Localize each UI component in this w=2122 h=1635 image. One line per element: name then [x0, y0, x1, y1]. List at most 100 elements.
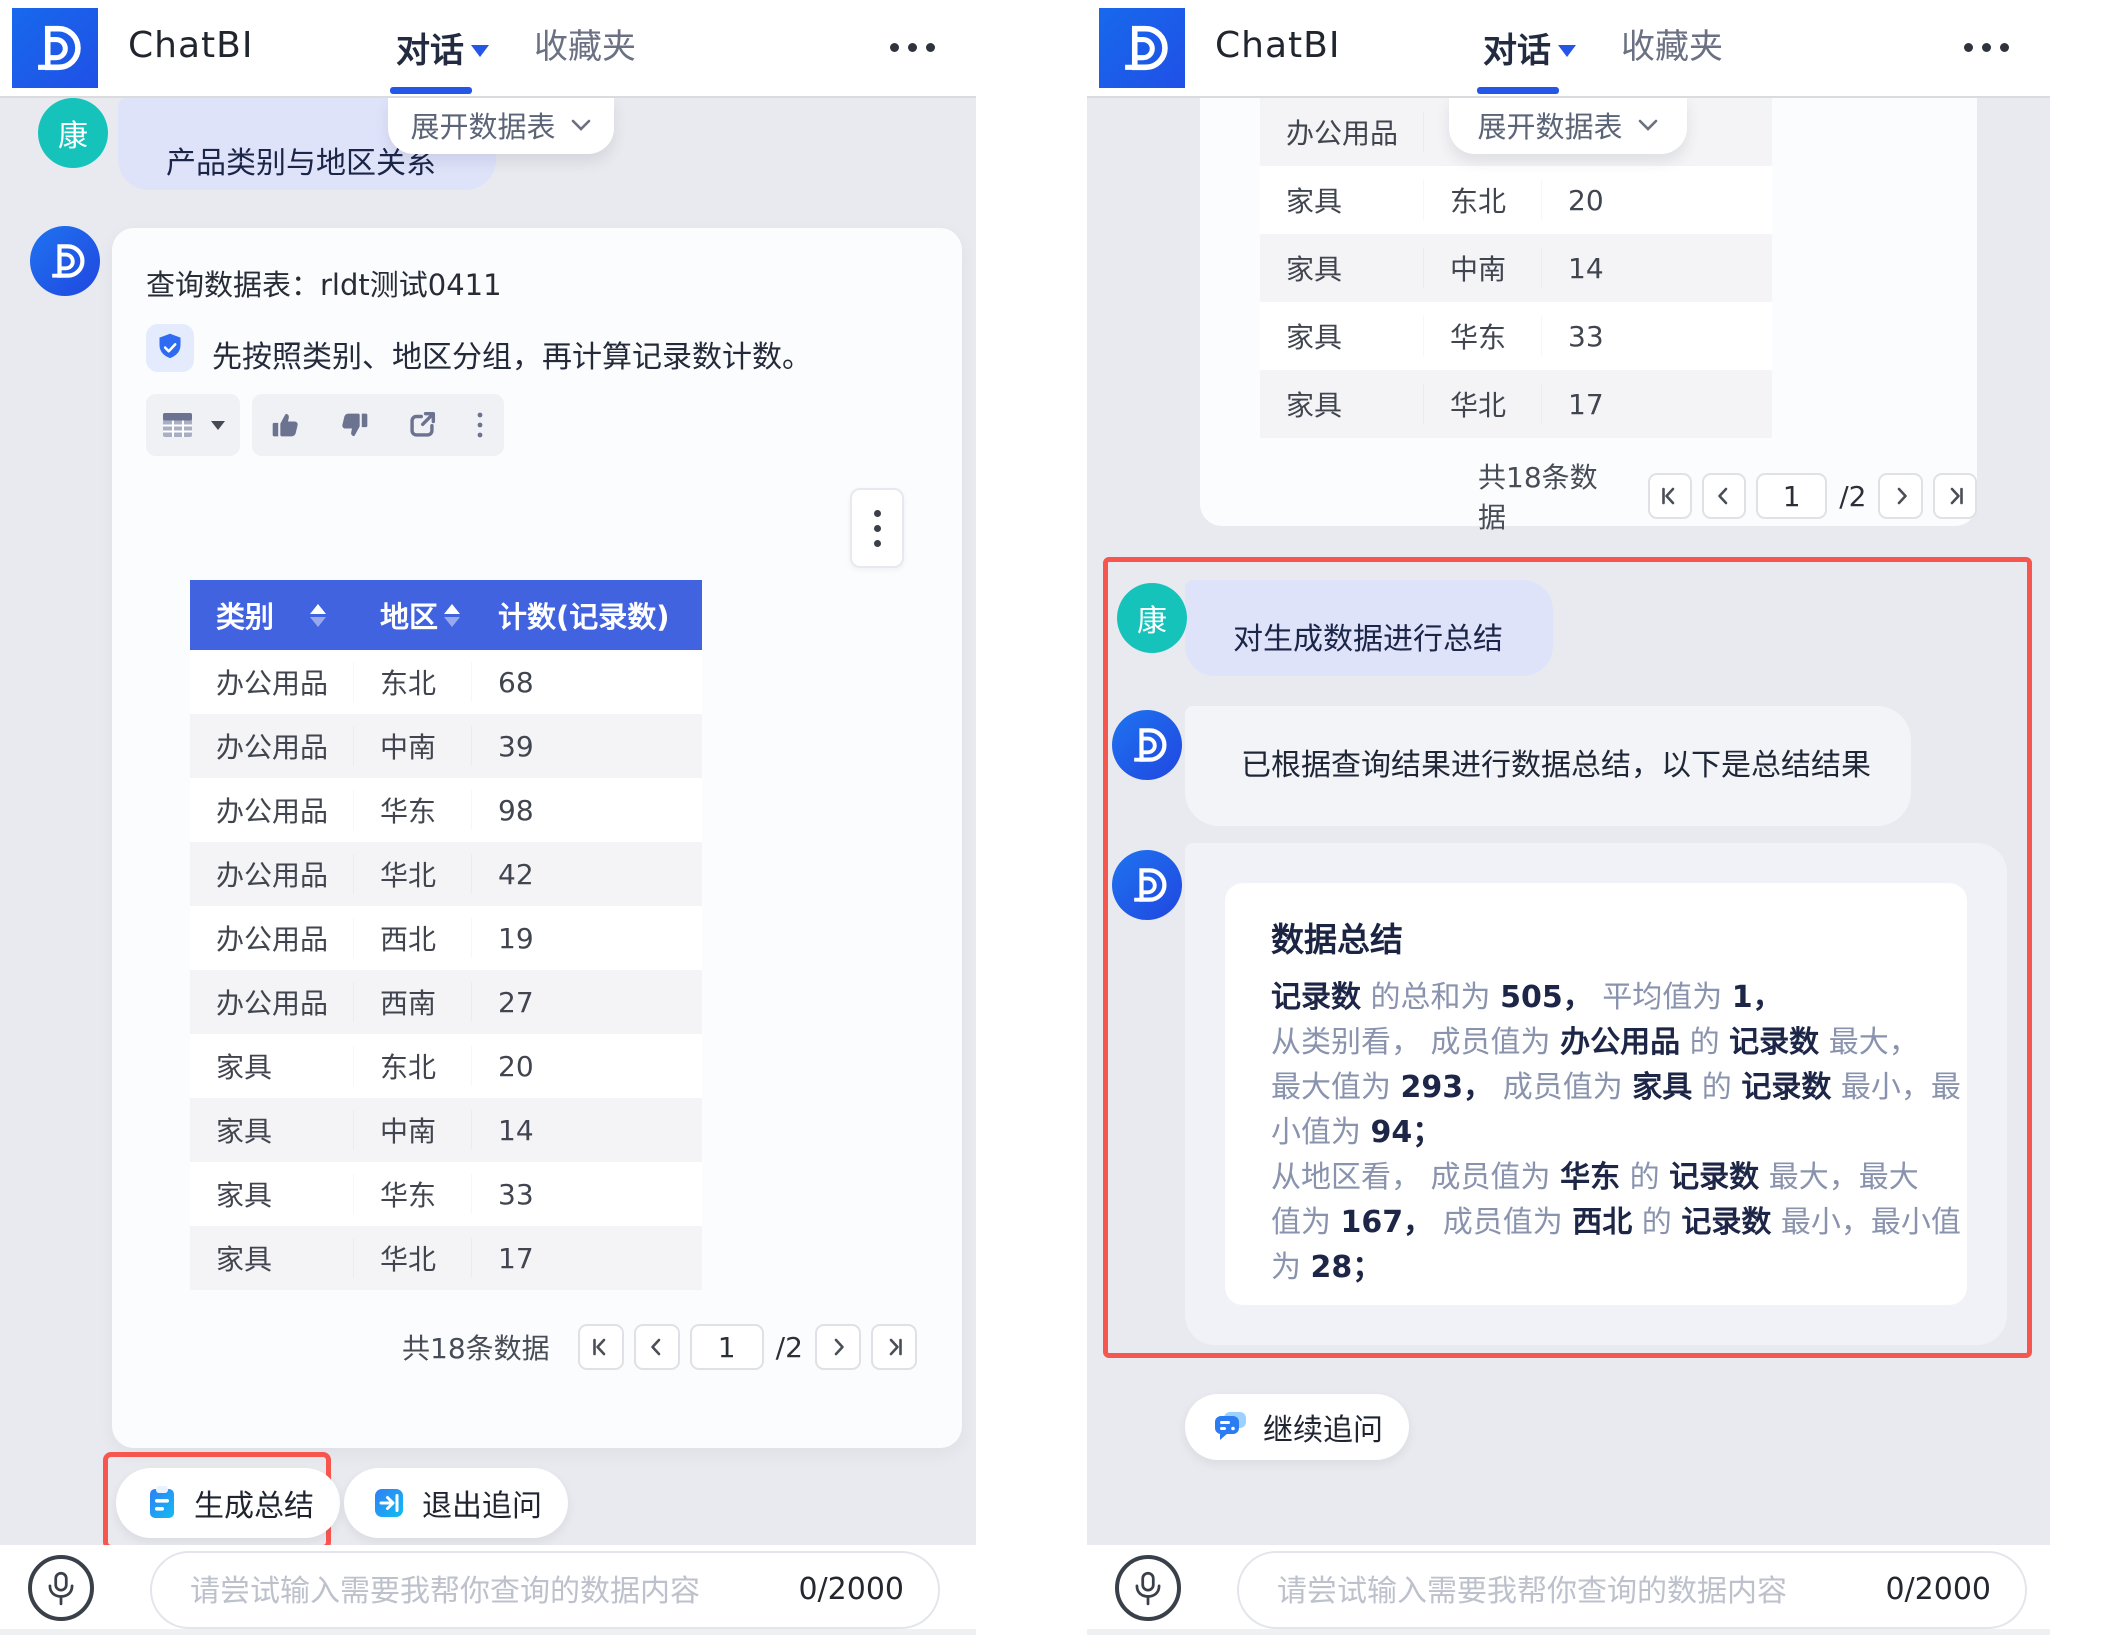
char-counter: 0/2000: [1885, 1553, 1991, 1627]
tab-favorites[interactable]: 收藏夹: [1621, 0, 1723, 94]
column-header-category[interactable]: 类别: [190, 594, 354, 636]
chat-bubble-icon: [1211, 1407, 1251, 1447]
tab-conversation-label: 对话: [396, 23, 464, 72]
cell-region: 东北: [354, 662, 472, 702]
microphone-button[interactable]: [1115, 1555, 1181, 1621]
cell-count: 17: [472, 1242, 702, 1275]
cell-category: 家具: [1260, 384, 1424, 424]
table-row: 家具 中南 14: [1260, 234, 1772, 302]
page-count-label: /2: [1839, 480, 1866, 513]
table-row: 办公用品 华东 98: [190, 778, 702, 842]
column-header-region[interactable]: 地区: [354, 594, 472, 636]
total-records-label: 共18条数据: [402, 1327, 550, 1367]
page-number-input[interactable]: 1: [1756, 473, 1827, 519]
right-panel: ChatBI 对话 收藏夹 办公用品 家具: [1087, 0, 2050, 1635]
app-header: ChatBI 对话 收藏夹: [0, 0, 976, 98]
cell-region: 华北: [354, 854, 472, 894]
generate-summary-button[interactable]: 生成总结: [116, 1468, 340, 1538]
share-button[interactable]: [405, 408, 439, 442]
microphone-button[interactable]: [28, 1555, 94, 1621]
highlight-red-box: [1103, 557, 2032, 1358]
sort-icon[interactable]: [444, 604, 460, 627]
first-page-button[interactable]: [1648, 473, 1692, 519]
chevron-down-icon: [211, 421, 225, 430]
page-number-input[interactable]: 1: [690, 1324, 764, 1370]
query-input[interactable]: [188, 1553, 752, 1629]
table-header-row: 类别 地区 计数(记录数): [190, 580, 702, 650]
table-row: 家具 华东 33: [190, 1162, 702, 1226]
ellipsis-dot: [890, 43, 899, 52]
chatbi-d-logo-icon: [43, 239, 87, 283]
continue-followup-label: 继续追问: [1263, 1405, 1383, 1449]
table-row: 家具 中南 14: [190, 1098, 702, 1162]
message-input-bar: 0/2000: [0, 1545, 976, 1635]
continue-followup-button[interactable]: 继续追问: [1185, 1394, 1409, 1460]
cell-region: 华东: [1424, 316, 1542, 356]
bot-avatar: [30, 226, 100, 296]
expand-table-button[interactable]: 展开数据表: [1449, 96, 1687, 154]
table-more-button[interactable]: [850, 488, 904, 568]
table-row: 家具 华北 17: [1260, 370, 1772, 438]
tab-conversation[interactable]: 对话: [1483, 0, 1576, 94]
message-input-bar: 0/2000: [1087, 1545, 2050, 1635]
table-row: 家具 华北 17: [190, 1226, 702, 1290]
ellipsis-dot: [926, 43, 935, 52]
cell-count: 19: [472, 922, 702, 955]
tab-favorites[interactable]: 收藏夹: [534, 0, 636, 94]
cell-region: 东北: [354, 1046, 472, 1086]
tab-conversation-label: 对话: [1483, 23, 1551, 72]
more-menu-button[interactable]: [1954, 26, 2018, 68]
table-row: 家具 东北 20: [190, 1034, 702, 1098]
next-page-button[interactable]: [1878, 473, 1922, 519]
last-page-button[interactable]: [1933, 473, 1977, 519]
cell-count: 39: [472, 730, 702, 763]
thumbs-up-button[interactable]: [269, 408, 303, 442]
cell-category: 家具: [1260, 248, 1424, 288]
app-logo: [1099, 8, 1185, 88]
exit-followup-button[interactable]: 退出追问: [344, 1468, 568, 1538]
cell-region: 中南: [354, 726, 472, 766]
cell-count: 20: [472, 1050, 702, 1083]
query-logic-line: 先按照类别、地区分组，再计算记录数计数。: [212, 332, 812, 376]
generate-summary-label: 生成总结: [194, 1481, 314, 1525]
table-row: 办公用品 东北 68: [190, 650, 702, 714]
total-records-label: 共18条数据: [1478, 456, 1620, 536]
prev-page-button[interactable]: [634, 1324, 680, 1370]
cell-region: 华北: [354, 1238, 472, 1278]
bot-response-card: 查询数据表：rldt测试0411 先按照类别、地区分组，再计算记录数计数。: [112, 228, 962, 1448]
query-input[interactable]: [1275, 1553, 1839, 1629]
cell-category: 办公用品: [190, 854, 354, 894]
expand-table-button[interactable]: 展开数据表: [388, 96, 614, 154]
expand-table-label: 展开数据表: [1477, 104, 1622, 146]
cell-count: 98: [472, 794, 702, 827]
more-options-button[interactable]: [473, 408, 487, 442]
cell-region: 华东: [354, 1174, 472, 1214]
cell-count: 68: [472, 666, 702, 699]
tab-conversation[interactable]: 对话: [396, 0, 489, 94]
pagination: 共18条数据 1 /2: [1478, 456, 1977, 536]
cell-category: 办公用品: [190, 726, 354, 766]
chart-type-switcher[interactable]: [146, 394, 240, 456]
next-page-button[interactable]: [815, 1324, 861, 1370]
cell-region: 中南: [354, 1110, 472, 1150]
column-label: 地区: [380, 594, 438, 636]
cell-category: 家具: [190, 1046, 354, 1086]
first-page-button[interactable]: [578, 1324, 624, 1370]
cell-count: 33: [1542, 320, 1772, 353]
sort-icon[interactable]: [310, 604, 326, 627]
cell-count: 20: [1542, 184, 1772, 217]
app-header: ChatBI 对话 收藏夹: [1087, 0, 2050, 98]
last-page-button[interactable]: [871, 1324, 917, 1370]
cell-category: 家具: [1260, 316, 1424, 356]
cell-region: 华北: [1424, 384, 1542, 424]
active-tab-underline: [390, 87, 472, 94]
ellipsis-dot: [1964, 43, 1973, 52]
table-row: 办公用品 中南 39: [190, 714, 702, 778]
more-menu-button[interactable]: [880, 26, 944, 68]
bottom-divider: [0, 1629, 976, 1635]
feedback-toolbar: [252, 394, 504, 456]
prev-page-button[interactable]: [1702, 473, 1746, 519]
cell-count: 14: [1542, 252, 1772, 285]
cell-category: 办公用品: [190, 662, 354, 702]
thumbs-down-button[interactable]: [337, 408, 371, 442]
